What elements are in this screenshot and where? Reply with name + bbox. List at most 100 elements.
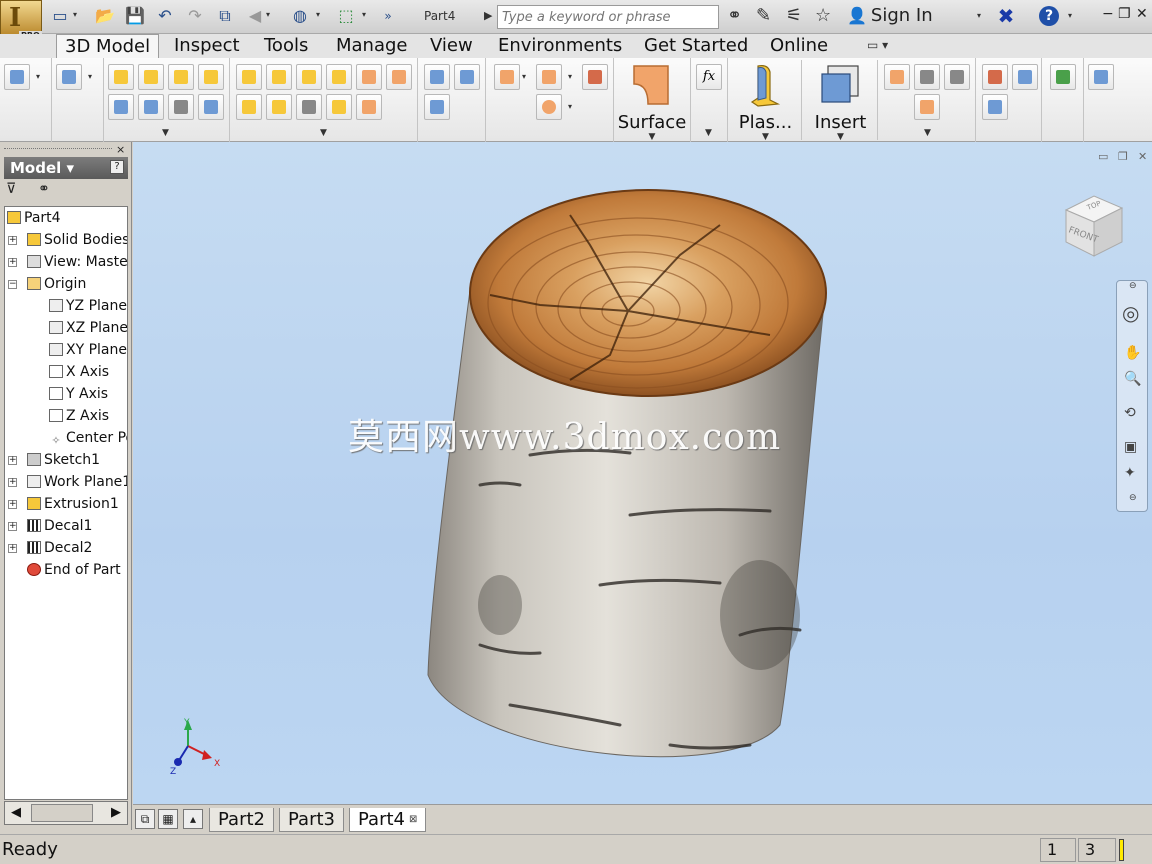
cascade-windows-icon[interactable]: ⧉ (135, 809, 155, 829)
circular-pattern-icon[interactable] (424, 94, 450, 120)
viewport-close-icon[interactable]: ✕ (1138, 150, 1147, 163)
viewport-minimize-icon[interactable]: ▭ (1098, 150, 1108, 163)
back-dropdown-icon[interactable]: ▾ (266, 10, 270, 19)
create-group-dropdown-icon[interactable]: ▼ (162, 128, 169, 138)
create-2d-sketch-icon[interactable] (4, 64, 30, 90)
work-point-icon[interactable] (536, 94, 562, 120)
new-icon[interactable]: ▭ (50, 6, 70, 26)
expand-icon[interactable]: + (8, 522, 17, 531)
binoculars-search-icon[interactable]: ⚭ (727, 6, 742, 26)
viewcube[interactable]: TOP FRONT (1056, 190, 1128, 262)
scroll-right-icon[interactable]: ▶ (111, 805, 121, 820)
doc-tab-part3[interactable]: Part3 (279, 808, 344, 832)
help-button[interactable]: ? (1039, 6, 1059, 26)
chamfer-icon[interactable] (296, 64, 322, 90)
save-icon[interactable]: 💾 (125, 6, 145, 26)
stress-analysis-icon[interactable] (1050, 64, 1076, 90)
combine-icon[interactable] (356, 64, 382, 90)
tree-node-y-axis[interactable]: Y Axis (49, 384, 108, 404)
mirror-icon[interactable] (454, 64, 480, 90)
navbar-options-icon[interactable]: ⊖ (1129, 493, 1137, 503)
tab-inspect[interactable]: Inspect (166, 34, 248, 58)
repair-icon[interactable] (1012, 64, 1038, 90)
parameters-dropdown-icon[interactable]: ▼ (705, 128, 712, 138)
emboss-icon[interactable] (168, 94, 194, 120)
tile-windows-icon[interactable]: ▦ (158, 809, 178, 829)
rectangular-pattern-icon[interactable] (424, 64, 450, 90)
loft-icon[interactable] (168, 64, 194, 90)
viewport-restore-icon[interactable]: ❐ (1118, 150, 1128, 163)
modify-group-dropdown-icon[interactable]: ▼ (320, 128, 327, 138)
appearance-dropdown-icon[interactable]: ▾ (316, 10, 320, 19)
restore-button[interactable]: ❐ (1118, 6, 1131, 22)
measure-distance-icon[interactable] (884, 64, 910, 90)
tree-node-xz-plane[interactable]: XZ Plane (49, 318, 127, 338)
scroll-thumb[interactable] (31, 804, 93, 822)
tree-node-center-point[interactable]: ✧ Center Po (49, 428, 127, 448)
work-point-dropdown-icon[interactable]: ▾ (568, 102, 572, 111)
tree-node-view-master[interactable]: View: Maste (27, 252, 127, 272)
surface-button[interactable]: Surface ▼ (616, 60, 688, 142)
view-face-icon[interactable]: ✦ (1124, 465, 1136, 481)
undo-icon[interactable]: ↶ (155, 6, 175, 26)
parameters-fx-button[interactable]: fx (696, 64, 722, 90)
work-plane-dropdown-icon[interactable]: ▾ (522, 72, 526, 81)
replace-face-icon[interactable] (356, 94, 382, 120)
freeform-icon[interactable] (982, 94, 1008, 120)
revolve-icon[interactable] (138, 64, 164, 90)
tree-node-extrusion1[interactable]: Extrusion1 (27, 494, 119, 514)
convert-icon[interactable] (982, 64, 1008, 90)
tab-tools[interactable]: Tools (256, 34, 316, 58)
work-axis-icon[interactable] (536, 64, 562, 90)
sign-in-dropdown-icon[interactable]: ▾ (977, 11, 981, 20)
tab-3d-model[interactable]: 3D Model (56, 34, 160, 58)
export-icon[interactable] (1088, 64, 1114, 90)
face-draft-icon[interactable] (236, 94, 262, 120)
measure-region-icon[interactable] (914, 94, 940, 120)
favorites-star-icon[interactable]: ☆ (815, 6, 831, 26)
steering-wheel-icon[interactable]: ◎ (1122, 301, 1139, 325)
insert-button[interactable]: Insert ▼ (804, 60, 878, 142)
hole-icon[interactable] (236, 64, 262, 90)
thread-icon[interactable] (296, 94, 322, 120)
appearance-icon[interactable]: ◍ (290, 6, 310, 26)
search-input[interactable] (497, 5, 719, 29)
back-icon[interactable]: ◀ (245, 6, 265, 26)
tab-view[interactable]: View (422, 34, 481, 58)
fillet-icon[interactable] (266, 64, 292, 90)
update-icon[interactable]: ⧉ (215, 6, 235, 26)
open-documents-icon[interactable]: ▴ (183, 809, 203, 829)
expand-icon[interactable]: + (8, 544, 17, 553)
plastic-part-button[interactable]: Plas... ▼ (730, 60, 802, 142)
thicken-icon[interactable] (386, 64, 412, 90)
look-at-icon[interactable]: ▣ (1124, 439, 1137, 455)
new-dropdown-icon[interactable]: ▾ (73, 10, 77, 19)
expand-icon[interactable]: + (8, 456, 17, 465)
doc-tab-part2[interactable]: Part2 (209, 808, 274, 832)
funnel-icon[interactable]: ⊽ (6, 181, 16, 197)
sketch-dropdown-icon[interactable]: ▾ (36, 72, 40, 81)
binoculars-icon[interactable]: ⚭ (38, 181, 50, 197)
redo-icon[interactable]: ↷ (185, 6, 205, 26)
box-primitive-icon[interactable] (56, 64, 82, 90)
navbar-close-icon[interactable]: ⊖ (1129, 281, 1137, 291)
subscription-icon[interactable]: ✎ (756, 6, 771, 26)
tab-online[interactable]: Online (762, 34, 836, 58)
measure-angle-icon[interactable] (914, 64, 940, 90)
sweep-icon[interactable] (198, 64, 224, 90)
tree-node-yz-plane[interactable]: YZ Plane (49, 296, 127, 316)
coil-icon[interactable] (138, 94, 164, 120)
extrude-icon[interactable] (108, 64, 134, 90)
tree-node-z-axis[interactable]: Z Axis (49, 406, 109, 426)
tab-get-started[interactable]: Get Started (636, 34, 756, 58)
tree-node-origin[interactable]: Origin (27, 274, 86, 294)
expand-icon[interactable]: + (8, 236, 17, 245)
shell-icon[interactable] (326, 64, 352, 90)
panel-grip[interactable] (4, 148, 112, 151)
tree-node-xy-plane[interactable]: XY Plane (49, 340, 127, 360)
tree-node-solid-bodies[interactable]: Solid Bodies( (27, 230, 127, 250)
ribbon-display-toggle-icon[interactable]: ▭ ▾ (867, 38, 888, 52)
open-icon[interactable]: 📂 (95, 6, 115, 26)
tree-node-decal2[interactable]: Decal2 (27, 538, 92, 558)
pan-icon[interactable]: ✋ (1124, 345, 1141, 361)
